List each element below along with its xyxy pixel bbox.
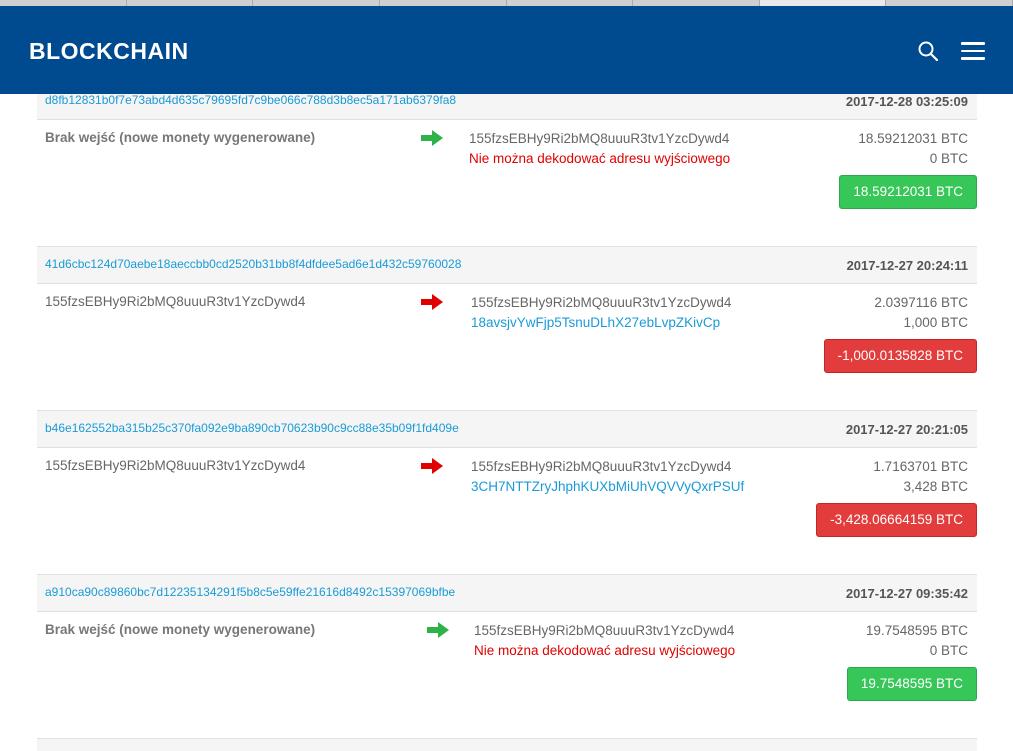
- transaction-hash-link[interactable]: d8fb12831b0f7e73abd4d635c79695fd7c9be066…: [45, 93, 456, 107]
- hamburger-menu-icon[interactable]: [961, 42, 985, 60]
- output-amount: 2.0397116 BTC: [874, 295, 968, 310]
- transaction-body: 155fzsEBHy9Ri2bMQ8uuuR3tv1YzcDywd4 155fz…: [37, 284, 977, 394]
- arrow-right-icon: [421, 458, 443, 474]
- transaction-input: 155fzsEBHy9Ri2bMQ8uuuR3tv1YzcDywd4: [45, 458, 306, 473]
- arrow-right-icon: [427, 622, 449, 638]
- transaction-time: 2017-12-27 20:21:05: [845, 422, 968, 437]
- arrow-right-icon: [421, 130, 443, 146]
- transaction-total-badge[interactable]: 18.59212031 BTC: [839, 175, 977, 209]
- transaction-item: b46e162552ba315b25c370fa092e9ba890cb7062…: [37, 410, 977, 558]
- transaction-amounts: 19.7548595 BTC 0 BTC: [866, 621, 968, 661]
- transaction-hash-link[interactable]: a910ca90c89860bc7d12235134291f5b8c5e59ff…: [45, 585, 455, 599]
- transaction-outputs: 155fzsEBHy9Ri2bMQ8uuuR3tv1YzcDywd4 Nie m…: [469, 129, 730, 169]
- transaction-outputs: 155fzsEBHy9Ri2bMQ8uuuR3tv1YzcDywd4 18avs…: [471, 293, 731, 333]
- output-address: 155fzsEBHy9Ri2bMQ8uuuR3tv1YzcDywd4: [471, 295, 732, 310]
- output-amount: 0 BTC: [929, 643, 968, 658]
- transaction-time: 2017-12-27 20:24:11: [846, 258, 968, 273]
- transaction-time: 2017-12-28 03:25:09: [845, 94, 968, 109]
- transaction-header: a910ca90c89860bc7d12235134291f5b8c5e59ff…: [37, 574, 977, 612]
- transaction-body: 155fzsEBHy9Ri2bMQ8uuuR3tv1YzcDywd4 155fz…: [37, 448, 977, 558]
- output-amount: 1,000 BTC: [903, 315, 968, 330]
- transaction-amounts: 1.7163701 BTC 3,428 BTC: [873, 457, 968, 497]
- output-amount: 18.59212031 BTC: [858, 131, 968, 146]
- transaction-item: 41d6cbc124d70aebe18aeccbb0cd2520b31bb8f4…: [37, 246, 977, 394]
- transaction-input: Brak wejść (nowe monety wygenerowane): [45, 130, 316, 145]
- transaction-hash-link[interactable]: b46e162552ba315b25c370fa092e9ba890cb7062…: [45, 421, 459, 435]
- output-error: Nie można dekodować adresu wyjściowego: [474, 643, 736, 658]
- transaction-header: 41d6cbc124d70aebe18aeccbb0cd2520b31bb8f4…: [37, 246, 977, 284]
- transaction-item: d8fb12831b0f7e73abd4d635c79695fd7c9be066…: [37, 82, 977, 230]
- transaction-input: Brak wejść (nowe monety wygenerowane): [45, 622, 316, 637]
- transaction-item: a910ca90c89860bc7d12235134291f5b8c5e59ff…: [37, 574, 977, 722]
- output-amount: 0 BTC: [929, 151, 968, 166]
- output-address-link[interactable]: 3CH7NTTZryJhphKUXbMiUhVQVVyQxrPSUf: [471, 477, 744, 497]
- top-navbar: BLOCKCHAIN: [0, 6, 1013, 94]
- next-transaction-header-partial: [37, 738, 977, 751]
- transaction-outputs: 155fzsEBHy9Ri2bMQ8uuuR3tv1YzcDywd4 Nie m…: [474, 621, 735, 661]
- output-address: 155fzsEBHy9Ri2bMQ8uuuR3tv1YzcDywd4: [469, 131, 730, 146]
- transaction-hash-link[interactable]: 41d6cbc124d70aebe18aeccbb0cd2520b31bb8f4…: [45, 257, 461, 271]
- brand-logo[interactable]: BLOCKCHAIN: [29, 38, 189, 65]
- transaction-time: 2017-12-27 09:35:42: [845, 586, 968, 601]
- transaction-amounts: 2.0397116 BTC 1,000 BTC: [874, 293, 968, 333]
- output-address: 155fzsEBHy9Ri2bMQ8uuuR3tv1YzcDywd4: [471, 459, 732, 474]
- transaction-amounts: 18.59212031 BTC 0 BTC: [858, 129, 968, 169]
- output-amount: 1.7163701 BTC: [873, 459, 968, 474]
- output-error: Nie można dekodować adresu wyjściowego: [469, 151, 731, 166]
- transaction-total-badge[interactable]: -1,000.0135828 BTC: [823, 339, 977, 373]
- output-amount: 19.7548595 BTC: [865, 623, 968, 638]
- transaction-total-badge[interactable]: -3,428.06664159 BTC: [816, 503, 977, 537]
- output-address: 155fzsEBHy9Ri2bMQ8uuuR3tv1YzcDywd4: [474, 623, 735, 638]
- search-icon[interactable]: [917, 40, 939, 62]
- output-amount: 3,428 BTC: [903, 479, 968, 494]
- transaction-total-badge[interactable]: 19.7548595 BTC: [846, 667, 977, 701]
- arrow-right-icon: [421, 294, 443, 310]
- transaction-input: 155fzsEBHy9Ri2bMQ8uuuR3tv1YzcDywd4: [45, 294, 306, 309]
- transaction-header: b46e162552ba315b25c370fa092e9ba890cb7062…: [37, 410, 977, 448]
- output-address-link[interactable]: 18avsjvYwFjp5TsnuDLhX27ebLvpZKivCp: [471, 313, 731, 333]
- transaction-body: Brak wejść (nowe monety wygenerowane) 15…: [37, 120, 977, 230]
- transaction-body: Brak wejść (nowe monety wygenerowane) 15…: [37, 612, 977, 722]
- transaction-outputs: 155fzsEBHy9Ri2bMQ8uuuR3tv1YzcDywd4 3CH7N…: [471, 457, 744, 497]
